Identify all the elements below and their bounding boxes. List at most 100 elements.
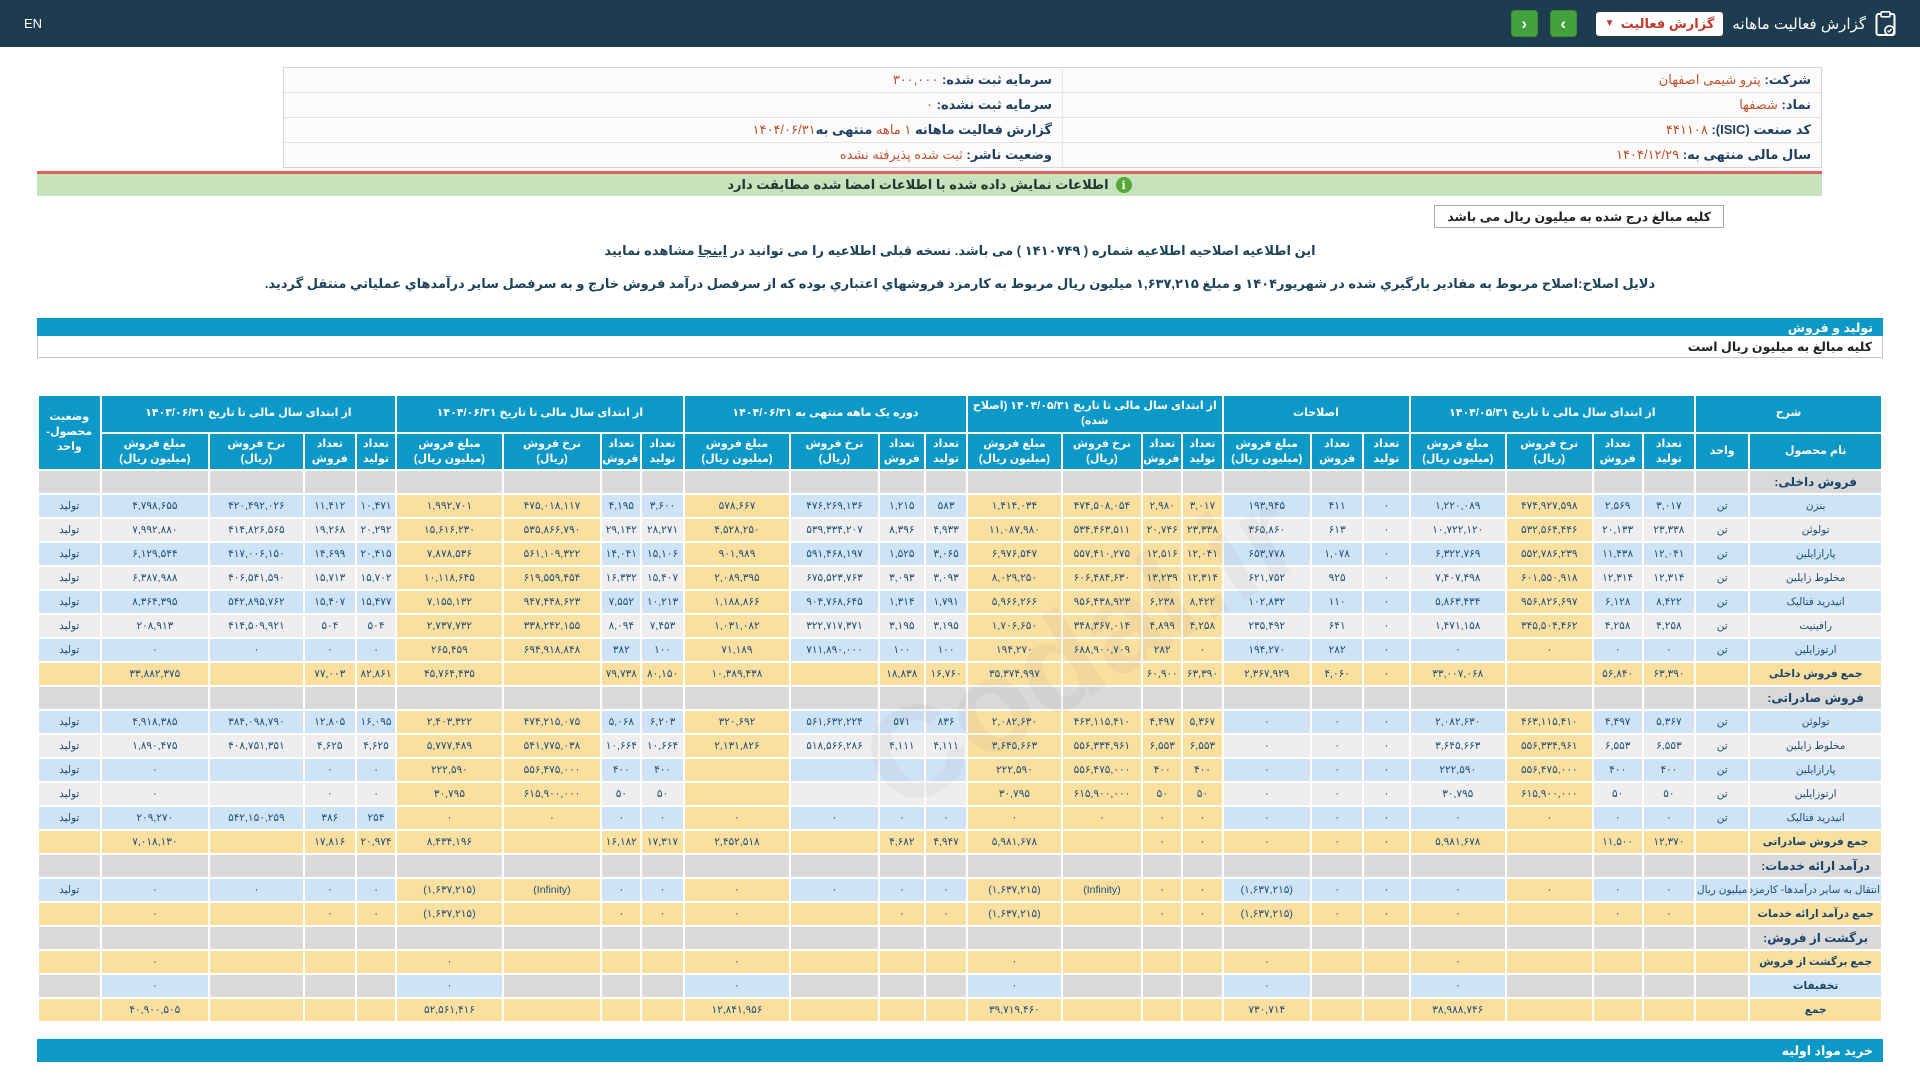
- data-cell-f: ۰: [304, 902, 356, 926]
- unit-cell: [1695, 470, 1749, 494]
- data-cell-a: ۱۱,۵۰۰: [1593, 830, 1643, 854]
- data-cell-c: ۰: [1142, 878, 1182, 902]
- data-cell-f: [101, 686, 210, 710]
- data-cell-f: ۲۰,۲۹۲: [356, 518, 396, 542]
- data-cell-f: [101, 854, 210, 878]
- status-cell: [38, 902, 101, 926]
- data-cell-a: ۰: [1593, 878, 1643, 902]
- chevron-down-icon: ▼: [1605, 18, 1615, 29]
- data-cell-c: [1062, 926, 1142, 950]
- data-cell-f: ۵۰۴: [356, 614, 396, 638]
- data-cell-a: [1593, 686, 1643, 710]
- data-cell-e: ۵,۷۷۷,۴۸۹: [396, 734, 503, 758]
- data-cell-a: [1643, 950, 1695, 974]
- data-cell-e: [601, 974, 641, 998]
- company-info-cell: نماد: شصفها: [1062, 93, 1821, 117]
- data-cell-d: ۳,۱۹۵: [925, 614, 967, 638]
- data-cell-d: ۴,۹۳۳: [925, 518, 967, 542]
- data-cell-d: [684, 782, 791, 806]
- next-report-button[interactable]: ›: [1550, 10, 1577, 37]
- data-cell-f: ۰: [101, 782, 210, 806]
- language-toggle-en[interactable]: EN: [24, 16, 42, 31]
- notice-text: اطلاعات نمایش داده شده با اطلاعات امضا ش…: [727, 177, 1108, 193]
- data-cell-e: ۱۰۰: [641, 638, 683, 662]
- data-cell-f: [209, 782, 303, 806]
- data-cell-b: [1363, 854, 1409, 878]
- previous-report-button[interactable]: ‹: [1511, 10, 1538, 37]
- unit-cell: [1695, 854, 1749, 878]
- data-cell-a: ۶,۵۵۳: [1643, 734, 1695, 758]
- data-cell-d: ۴,۵۲۸,۲۵۰: [684, 518, 791, 542]
- data-cell-c: ۰: [967, 806, 1062, 830]
- data-cell-e: [641, 470, 683, 494]
- data-cell-b: [1223, 470, 1311, 494]
- data-cell-c: ۰: [967, 950, 1062, 974]
- data-cell-f: ۱۴,۶۹۹: [304, 542, 356, 566]
- data-cell-f: ۱۶,۰۹۵: [356, 710, 396, 734]
- previous-version-link[interactable]: اینجا: [698, 243, 727, 258]
- data-cell-e: ۳,۶۰۰: [641, 494, 683, 518]
- data-cell-b: ۰: [1363, 638, 1409, 662]
- data-cell-a: ۲۰,۱۳۳: [1593, 518, 1643, 542]
- data-cell-e: [641, 950, 683, 974]
- data-cell-e: ۷,۴۵۳: [641, 614, 683, 638]
- data-cell-b: ۱۹۴,۲۷۰: [1223, 638, 1311, 662]
- data-cell-f: ۱۵,۴۷۷: [356, 590, 396, 614]
- group-header-a: از ابتدای سال مالی تا تاریخ ۱۴۰۴/۰۵/۳۱: [1410, 395, 1696, 433]
- status-cell: تولید: [38, 758, 101, 782]
- data-cell-c: [1182, 998, 1222, 1022]
- header-qty-sold: تعداد فروش: [1311, 433, 1363, 471]
- total-row: جمع۳۸,۹۸۸,۷۴۶۷۳۰,۷۱۴۳۹,۷۱۹,۴۶۰۱۲,۸۴۱,۹۵۶…: [38, 998, 1882, 1022]
- data-cell-a: ۹۵۶,۸۲۶,۶۹۷: [1506, 590, 1592, 614]
- data-cell-a: [1506, 998, 1592, 1022]
- amounts-unit-note: کلیه مبالغ درج شده به میلیون ریال می باش…: [1434, 205, 1724, 228]
- data-cell-c: ۱۳,۲۳۹: [1142, 566, 1182, 590]
- section-bar-production-sales: تولید و فروش: [37, 318, 1883, 336]
- report-type-label: گزارش فعالیت: [1621, 16, 1715, 32]
- data-cell-e: [396, 686, 503, 710]
- data-cell-a: ۰: [1593, 806, 1643, 830]
- data-cell-a: ۰: [1643, 902, 1695, 926]
- data-cell-f: [356, 998, 396, 1022]
- report-type-dropdown[interactable]: گزارش فعالیت ▼: [1596, 12, 1724, 36]
- data-cell-a: ۸,۴۲۲: [1643, 590, 1695, 614]
- data-cell-d: ۱۰۰: [879, 638, 925, 662]
- company-info-cell: سرمایه ثبت نشده: ۰: [282, 93, 1062, 117]
- data-cell-c: ۲۳,۳۳۸: [1182, 518, 1222, 542]
- data-cell-e: ۷,۵۵۲: [601, 590, 641, 614]
- data-cell-e: ۵۰: [601, 782, 641, 806]
- data-cell-f: [209, 830, 303, 854]
- data-cell-e: [503, 950, 602, 974]
- data-cell-a: ۵۶,۸۴۰: [1593, 662, 1643, 686]
- unit-cell: [1695, 902, 1749, 926]
- data-cell-d: ۹۰۱,۹۸۹: [684, 542, 791, 566]
- data-cell-a: ۰: [1593, 638, 1643, 662]
- data-cell-b: ۰: [1223, 950, 1311, 974]
- data-cell-e: [641, 998, 683, 1022]
- data-cell-e: ۴۷۵,۰۱۸,۱۱۷: [503, 494, 602, 518]
- product-row: تولوئنتن۵,۳۶۷۴,۴۹۷۴۶۳,۱۱۵,۴۱۰۲,۰۸۲,۶۳۰۰۰…: [38, 710, 1882, 734]
- product-row: تولوئنتن۲۳,۳۳۸۲۰,۱۳۳۵۳۲,۵۶۴,۴۴۶۱۰,۷۲۲,۱۲…: [38, 518, 1882, 542]
- info-label: کد صنعت (ISIC):: [1711, 122, 1811, 137]
- product-name-cell: جمع برگشت از فروش: [1749, 950, 1882, 974]
- data-cell-a: ۲,۰۸۲,۶۳۰: [1410, 710, 1507, 734]
- info-label: نماد:: [1782, 97, 1811, 112]
- data-cell-f: [209, 854, 303, 878]
- section-header-row: فروش داخلی:: [38, 470, 1882, 494]
- data-cell-b: ۰: [1363, 734, 1409, 758]
- data-cell-a: [1593, 974, 1643, 998]
- data-cell-f: ۴۱۷,۰۰۶,۱۵۰: [209, 542, 303, 566]
- product-name-cell: فروش داخلی:: [1749, 470, 1882, 494]
- data-cell-a: ۰: [1506, 638, 1592, 662]
- data-cell-f: ۰: [356, 782, 396, 806]
- unit-cell: تن: [1695, 758, 1749, 782]
- data-cell-c: [967, 926, 1062, 950]
- info-value: ثبت شده پذیرفته نشده: [840, 147, 963, 162]
- product-row: انیدرید فتالیکتن۰۰۰۰۰۰۰۰۰۰۰۰۰۰۰۰۰۰۰۲۵۴۳۸…: [38, 806, 1882, 830]
- data-cell-b: [1363, 926, 1409, 950]
- data-cell-c: ۶,۲۳۸: [1142, 590, 1182, 614]
- data-cell-b: ۰: [1363, 782, 1409, 806]
- data-cell-a: ۰: [1410, 950, 1507, 974]
- data-cell-c: [1142, 926, 1182, 950]
- header-sale-amount: مبلغ فروش (میلیون ریال): [1410, 433, 1507, 471]
